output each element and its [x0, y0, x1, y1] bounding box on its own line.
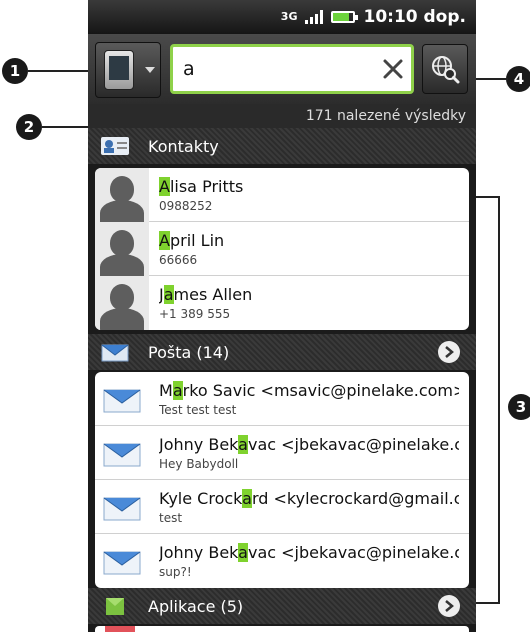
globe-search-icon	[432, 56, 460, 84]
contact-number: 66666	[159, 252, 198, 267]
mail-sender: Marko Savic <msavic@pinelake.com>	[159, 380, 459, 400]
avatar	[95, 221, 149, 280]
mail-subject: test	[159, 510, 183, 525]
envelope-icon	[95, 480, 149, 534]
mail-subject: Test test test	[159, 402, 237, 417]
list-item[interactable]: Johny Bekavac <jbekavac@pinelake.com> He…	[95, 426, 469, 480]
apps-list-peek	[95, 626, 469, 632]
search-bar	[88, 34, 476, 104]
list-item[interactable]: April Lin 66666	[95, 221, 469, 280]
contact-number: +1 389 555	[159, 307, 231, 321]
phone-screen: 3G 10:10 dop. 171 nalezené výs	[88, 0, 476, 632]
list-item[interactable]: Alisa Pritts 0988252	[95, 168, 469, 226]
section-header-mail[interactable]: Pošta (14)	[88, 334, 476, 370]
phone-icon	[104, 50, 134, 90]
contact-name: Alisa Pritts	[159, 176, 244, 196]
battery-icon	[331, 11, 359, 23]
chevron-down-icon	[145, 67, 155, 73]
contact-name: James Allen	[159, 285, 253, 304]
clear-search-button[interactable]	[378, 54, 408, 84]
callout-4: 4	[506, 66, 530, 92]
list-item[interactable]: James Allen +1 389 555	[95, 276, 469, 330]
list-item[interactable]: Johny Bekavac <jbekavac@pinelake.com> su…	[95, 534, 469, 588]
mail-card: Marko Savic <msavic@pinelake.com> Test t…	[95, 372, 469, 588]
callout-1: 1	[2, 58, 28, 84]
avatar	[95, 276, 149, 330]
callout-2: 2	[16, 114, 42, 140]
envelope-icon	[95, 534, 149, 588]
callout-3: 3	[508, 394, 530, 420]
contacts-card: Alisa Pritts 0988252 April Lin 66666 Jam…	[95, 168, 469, 330]
mail-sender: Johny Bekavac <jbekavac@pinelake.com>	[159, 434, 459, 454]
web-search-button[interactable]	[422, 44, 468, 94]
section-header-apps[interactable]: Aplikace (5)	[88, 588, 476, 624]
mail-subject: sup?!	[159, 565, 192, 579]
contact-number: 0988252	[159, 198, 213, 213]
callout-3-bracket-v	[498, 196, 500, 604]
list-item[interactable]: Marko Savic <msavic@pinelake.com> Test t…	[95, 372, 469, 426]
status-time: 10:10 dop.	[363, 7, 466, 27]
chevron-right-icon[interactable]	[438, 341, 460, 363]
section-label: Aplikace (5)	[148, 596, 244, 616]
section-label: Pošta (14)	[148, 342, 230, 362]
section-header-contacts: Kontakty	[88, 128, 476, 164]
mail-subject: Hey Babydoll	[159, 456, 239, 471]
section-label: Kontakty	[148, 136, 219, 156]
mail-icon	[96, 341, 134, 363]
signal-icon	[305, 10, 324, 24]
mail-sender: Johny Bekavac <jbekavac@pinelake.com>	[159, 543, 459, 562]
chevron-right-icon[interactable]	[438, 595, 460, 617]
mail-sender: Kyle Crockard <kylecrockard@gmail.co	[159, 488, 459, 508]
envelope-icon	[95, 372, 149, 426]
envelope-icon	[95, 426, 149, 480]
close-icon	[383, 59, 403, 79]
avatar	[95, 168, 149, 226]
contact-name: April Lin	[159, 230, 225, 250]
search-source-button[interactable]	[95, 42, 161, 98]
list-item[interactable]: Kyle Crockard <kylecrockard@gmail.co tes…	[95, 480, 469, 534]
status-bar: 3G 10:10 dop.	[88, 0, 476, 34]
results-count: 171 nalezené výsledky	[88, 104, 476, 128]
apps-icon	[96, 594, 134, 618]
contacts-icon	[96, 135, 134, 157]
network-indicator: 3G	[280, 10, 298, 23]
